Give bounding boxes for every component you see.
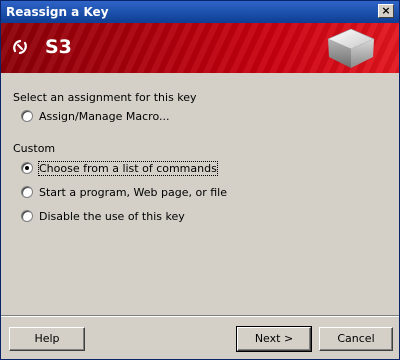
header-banner: S3 bbox=[1, 23, 399, 73]
title-bar[interactable]: Reassign a Key × bbox=[1, 1, 399, 23]
radio-label: Choose from a list of commands bbox=[38, 161, 218, 176]
footer-divider bbox=[1, 315, 399, 317]
radio-label: Start a program, Web page, or file bbox=[39, 186, 227, 199]
close-button[interactable]: × bbox=[378, 4, 394, 18]
radio-button[interactable] bbox=[21, 110, 33, 122]
radio-label: Assign/Manage Macro... bbox=[39, 110, 170, 123]
radio-button[interactable] bbox=[21, 162, 33, 174]
key-cube-icon bbox=[327, 28, 375, 68]
radio-button[interactable] bbox=[21, 210, 33, 222]
radio-label: Disable the use of this key bbox=[39, 210, 185, 223]
assignment-heading: Select an assignment for this key bbox=[13, 91, 197, 104]
custom-heading: Custom bbox=[13, 142, 56, 155]
radio-button[interactable] bbox=[21, 186, 33, 198]
brand-logo-icon bbox=[13, 39, 27, 55]
device-name: S3 bbox=[45, 36, 72, 58]
window-title: Reassign a Key bbox=[6, 5, 109, 19]
close-icon: × bbox=[381, 4, 391, 17]
reassign-key-dialog: Reassign a Key × S3 Select an assignment… bbox=[0, 0, 400, 360]
help-button[interactable]: Help bbox=[9, 327, 85, 351]
cancel-button[interactable]: Cancel bbox=[319, 327, 393, 351]
next-button[interactable]: Next > bbox=[236, 326, 312, 352]
